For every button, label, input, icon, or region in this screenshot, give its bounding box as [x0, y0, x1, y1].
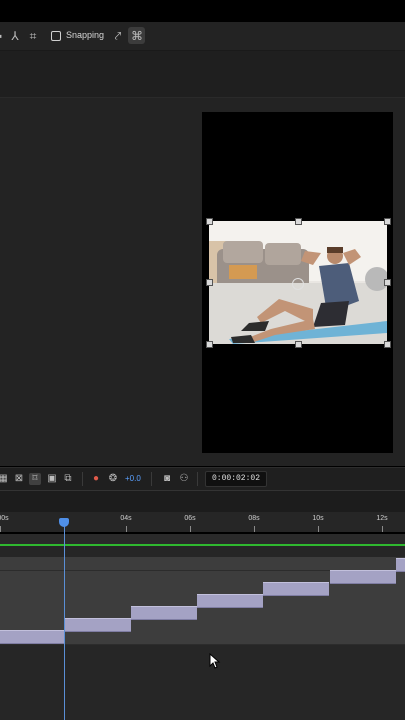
current-time-display[interactable]: 0:00:02:02 [205, 471, 268, 487]
show-snapshot-icon[interactable]: ⚇ [178, 473, 190, 485]
layer-clip[interactable] [65, 618, 131, 632]
ruler-tick [254, 526, 255, 532]
color-management-icon[interactable]: ❂ [107, 473, 119, 485]
roto-brush-icon[interactable]: ⌗ [25, 28, 41, 44]
snapshot-region-icon[interactable]: ⧉ [62, 473, 74, 485]
ruler-tick [382, 526, 383, 532]
layer-clip[interactable] [0, 630, 64, 644]
tools-toolbar: ▪ ⅄ ⌗ Snapping ⤤ ⌘ [0, 22, 405, 51]
transform-handle-left[interactable] [206, 279, 213, 286]
puppet-pin-icon[interactable]: ⅄ [7, 28, 23, 44]
exposure-value[interactable]: +0.0 [125, 474, 141, 483]
ruler-label: 10s [312, 515, 324, 522]
work-area-bar[interactable] [0, 534, 405, 544]
ruler-tick [126, 526, 127, 532]
grid-toggle-icon[interactable]: ▦ [0, 473, 9, 485]
camera-snapshot-icon[interactable]: ◙ [161, 473, 173, 485]
layer-clip[interactable] [131, 606, 197, 620]
snap-feather-icon[interactable]: ⤤ [110, 28, 126, 44]
ruler-label: 08s [248, 515, 260, 522]
transparency-grid-icon[interactable]: ⊠ [13, 473, 25, 485]
layer-clip[interactable] [263, 582, 329, 596]
layer-clip[interactable] [330, 570, 396, 584]
snapping-label: Snapping [66, 30, 105, 40]
layer-clip[interactable] [197, 594, 263, 608]
transform-handle-top-left[interactable] [206, 218, 213, 225]
snap-grid-button[interactable]: ⌘ [128, 27, 145, 44]
snapping-checkbox[interactable] [51, 31, 61, 41]
ruler-tick [318, 526, 319, 532]
playhead-line[interactable] [64, 520, 65, 720]
footer-separator [82, 472, 83, 486]
ruler-tick [190, 526, 191, 532]
window-top-strip [0, 0, 405, 22]
timeline-tracks [0, 546, 405, 720]
ruler-label: 12s [376, 515, 388, 522]
transform-handle-top-right[interactable] [384, 218, 391, 225]
mask-visibility-icon[interactable]: ⌑ [29, 473, 41, 485]
layer-clip[interactable] [396, 558, 405, 572]
mouse-cursor-icon [209, 653, 221, 669]
transform-handle-top[interactable] [295, 218, 302, 225]
ruler-label: 00s [0, 515, 9, 522]
timeline-header [0, 490, 405, 513]
ruler-label: 04s [120, 515, 132, 522]
footer-separator [151, 472, 152, 486]
panel-header-strip [0, 51, 405, 98]
transform-handle-right[interactable] [384, 279, 391, 286]
track-row[interactable] [0, 557, 405, 571]
viewer-footer-bar: ▦ ⊠ ⌑ ▣ ⧉ ● ❂ +0.0 ◙ ⚇ 0:00:02:02 [0, 467, 405, 490]
snap-grid-icon: ⌘ [131, 29, 143, 43]
footer-separator [197, 472, 198, 486]
anchor-point-icon[interactable] [292, 278, 304, 290]
color-channels-icon[interactable]: ● [90, 473, 102, 485]
ruler-label: 06s [184, 515, 196, 522]
ruler-tick [0, 526, 1, 532]
transform-handle-bottom-left[interactable] [206, 341, 213, 348]
transform-handle-bottom[interactable] [295, 341, 302, 348]
transform-handle-bottom-right[interactable] [384, 341, 391, 348]
region-of-interest-icon[interactable]: ▣ [46, 473, 58, 485]
